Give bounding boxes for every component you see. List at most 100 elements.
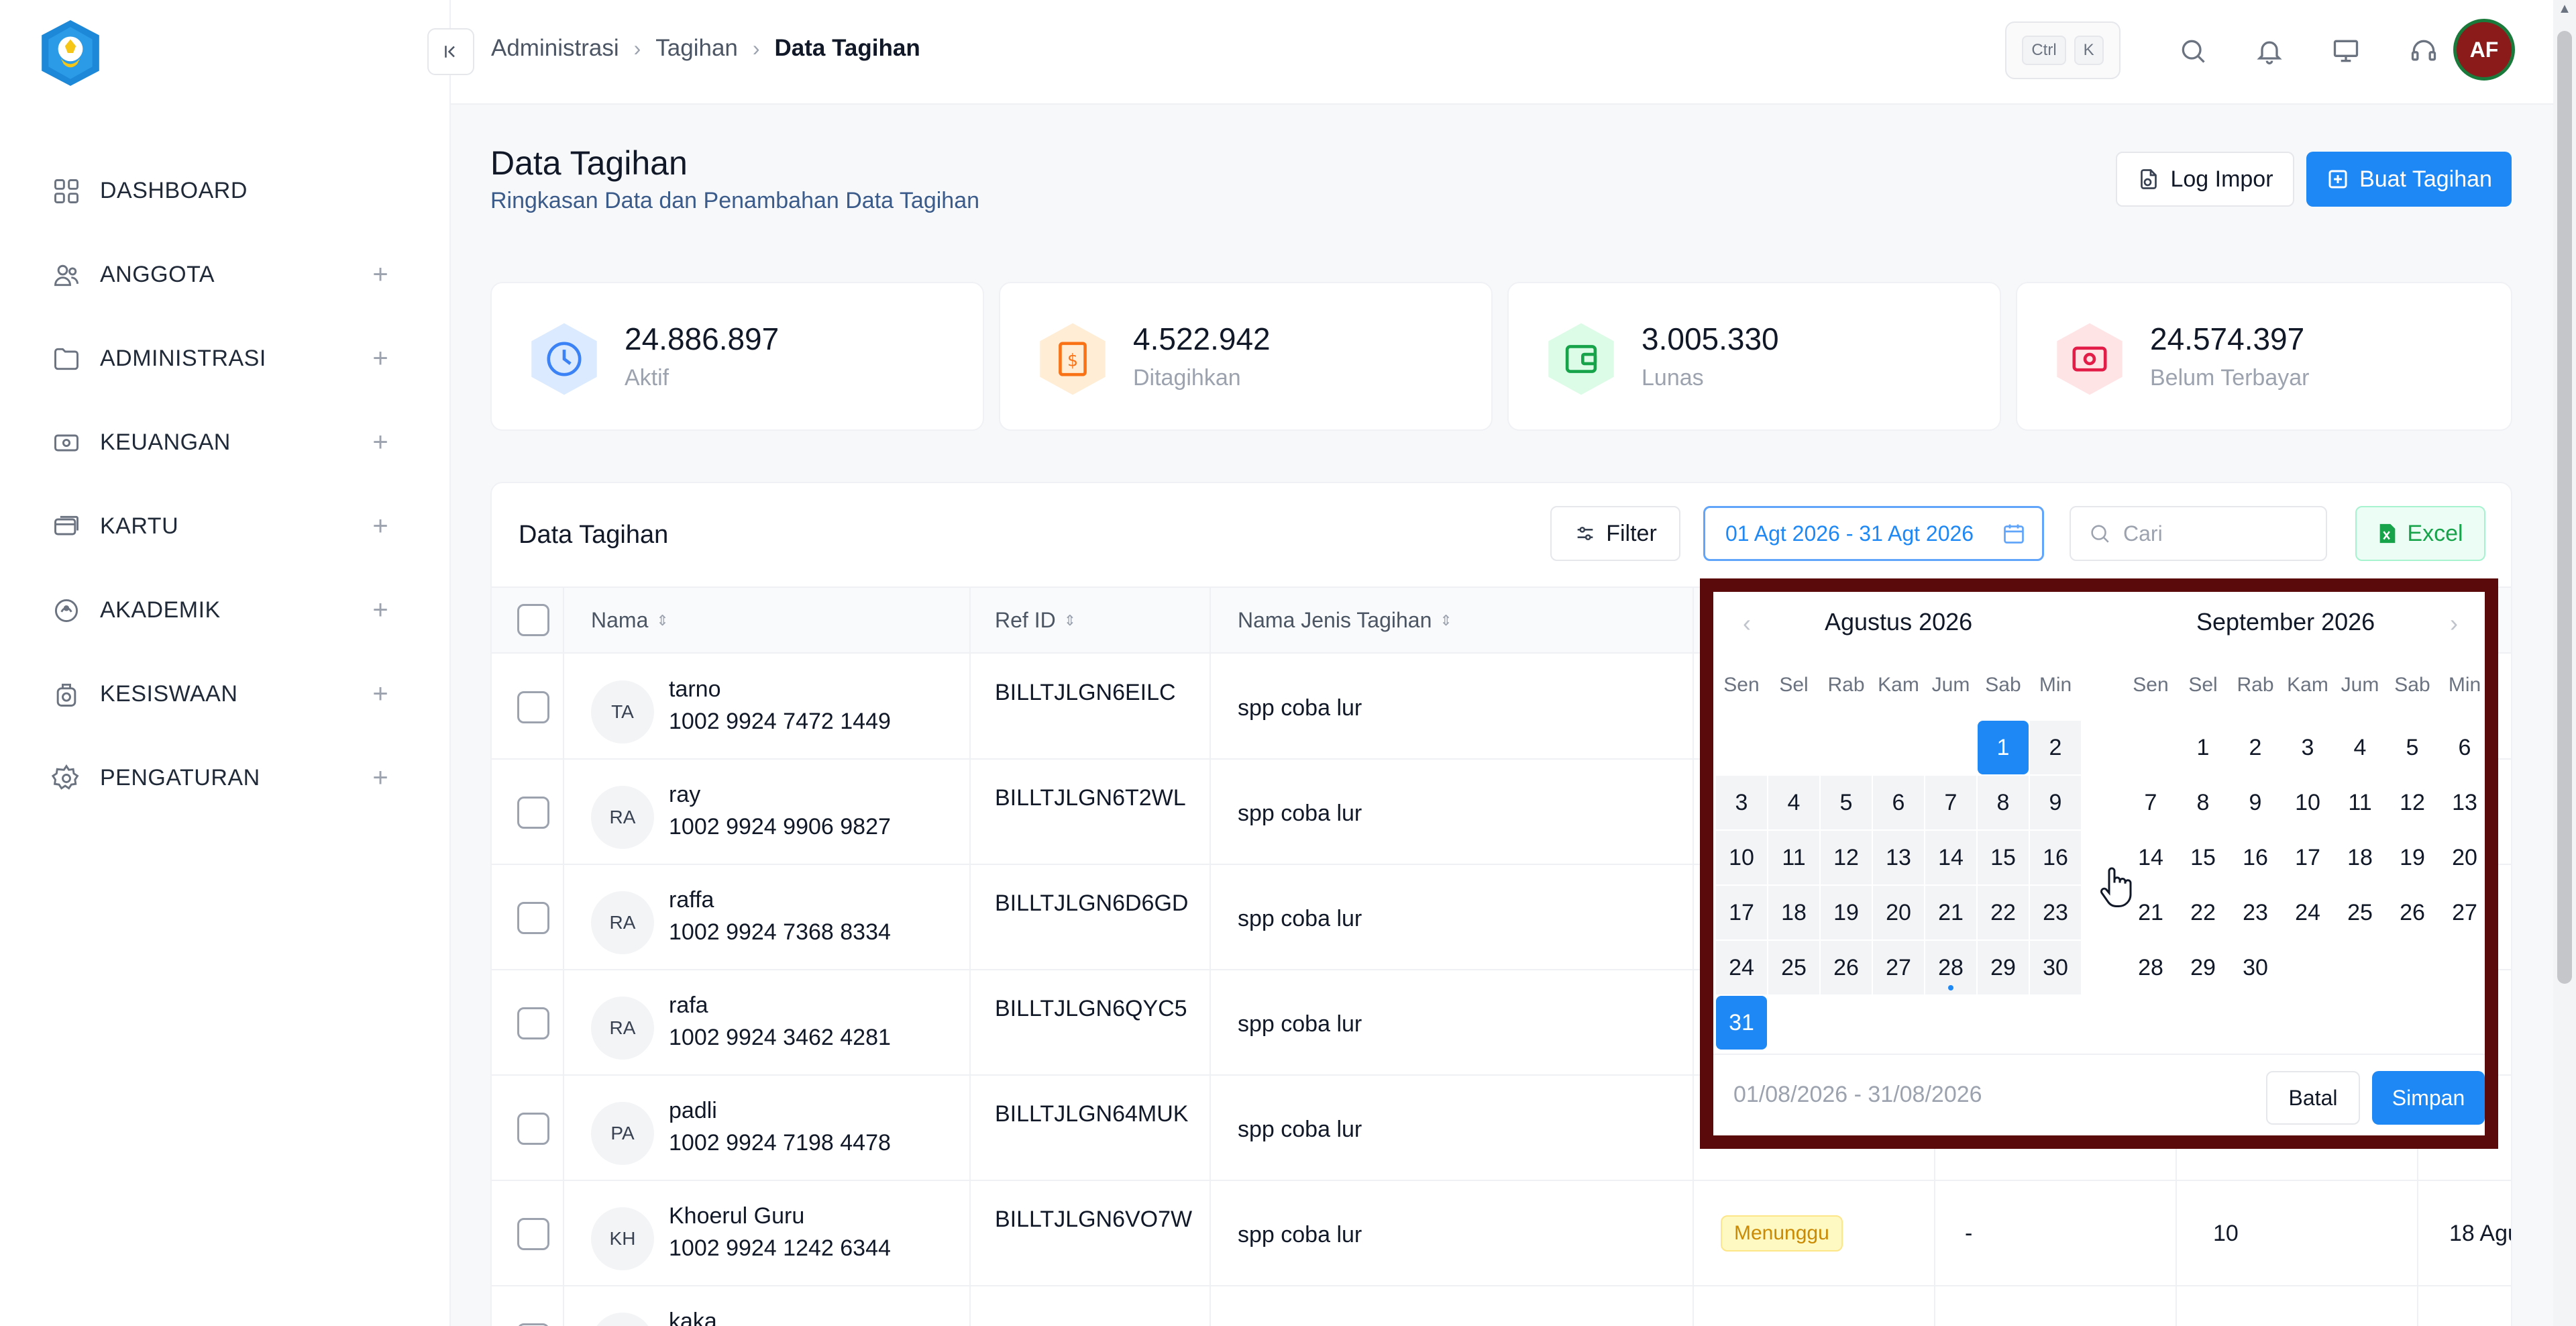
calendar-day[interactable]: 3 bbox=[2282, 721, 2333, 774]
calendar-day[interactable]: 22 bbox=[2178, 886, 2229, 939]
calendar-day[interactable]: 3 bbox=[1716, 776, 1767, 829]
sidebar-item-pengaturan[interactable]: PENGATURAN + bbox=[0, 736, 451, 820]
calendar-day[interactable]: 1 bbox=[1978, 721, 2029, 774]
sidebar-item-administrasi[interactable]: ADMINISTRASI + bbox=[0, 317, 451, 401]
calendar-day[interactable]: 6 bbox=[2439, 721, 2490, 774]
calendar-day[interactable]: 24 bbox=[2282, 886, 2333, 939]
row-checkbox[interactable] bbox=[517, 1218, 549, 1250]
date-range-field[interactable]: 01 Agt 2026 - 31 Agt 2026 bbox=[1703, 506, 2044, 561]
calendar-day[interactable]: 25 bbox=[1768, 941, 1819, 994]
calendar-day[interactable]: 8 bbox=[2178, 776, 2229, 829]
calendar-day[interactable]: 6 bbox=[1873, 776, 1924, 829]
expand-plus-icon[interactable]: + bbox=[370, 344, 390, 374]
save-button[interactable]: Simpan bbox=[2372, 1071, 2485, 1125]
sidebar-item-keuangan[interactable]: KEUANGAN + bbox=[0, 401, 451, 484]
row-checkbox[interactable] bbox=[517, 1323, 549, 1326]
column-header-ref-id[interactable]: Ref ID ⇕ bbox=[995, 608, 1076, 633]
calendar-day[interactable]: 25 bbox=[2334, 886, 2385, 939]
calendar-day[interactable]: 14 bbox=[1925, 831, 1976, 884]
calendar-day[interactable]: 5 bbox=[2387, 721, 2438, 774]
calendar-day[interactable]: 27 bbox=[2439, 886, 2490, 939]
calendar-day[interactable]: 10 bbox=[2282, 776, 2333, 829]
calendar-day[interactable]: 9 bbox=[2230, 776, 2281, 829]
expand-plus-icon[interactable]: + bbox=[370, 679, 390, 709]
bell-icon[interactable] bbox=[2251, 32, 2288, 70]
select-all-checkbox[interactable] bbox=[517, 604, 549, 636]
calendar-day[interactable]: 17 bbox=[2282, 831, 2333, 884]
calendar-day[interactable]: 16 bbox=[2230, 831, 2281, 884]
calendar-day[interactable]: 13 bbox=[2439, 776, 2490, 829]
expand-plus-icon[interactable]: + bbox=[370, 511, 390, 542]
prev-month-button[interactable]: ‹ bbox=[1743, 609, 1751, 638]
calendar-day[interactable]: 16 bbox=[2030, 831, 2081, 884]
calendar-day[interactable]: 30 bbox=[2230, 941, 2281, 994]
calendar-day[interactable]: 15 bbox=[2178, 831, 2229, 884]
row-checkbox[interactable] bbox=[517, 797, 549, 829]
sidebar-item-kesiswaan[interactable]: KESISWAAN + bbox=[0, 652, 451, 736]
calendar-day[interactable]: 23 bbox=[2030, 886, 2081, 939]
row-checkbox[interactable] bbox=[517, 902, 549, 934]
expand-plus-icon[interactable]: + bbox=[370, 763, 390, 793]
column-header-nama[interactable]: Nama ⇕ bbox=[591, 608, 669, 633]
calendar-day[interactable]: 8 bbox=[1978, 776, 2029, 829]
calendar-day[interactable]: 4 bbox=[2334, 721, 2385, 774]
calendar-day[interactable]: 28 bbox=[2125, 941, 2176, 994]
calendar-day[interactable]: 18 bbox=[2334, 831, 2385, 884]
expand-plus-icon[interactable]: + bbox=[370, 595, 390, 625]
calendar-day[interactable]: 15 bbox=[1978, 831, 2029, 884]
calendar-day[interactable]: 17 bbox=[1716, 886, 1767, 939]
calendar-day[interactable]: 29 bbox=[2178, 941, 2229, 994]
sidebar-item-dashboard[interactable]: DASHBOARD bbox=[0, 149, 451, 233]
calendar-day[interactable]: 5 bbox=[1821, 776, 1872, 829]
scroll-up-icon[interactable]: ▲ bbox=[2556, 1, 2573, 19]
calendar-day[interactable]: 11 bbox=[2334, 776, 2385, 829]
expand-plus-icon[interactable]: + bbox=[370, 260, 390, 290]
calendar-day[interactable]: 4 bbox=[1768, 776, 1819, 829]
next-month-button[interactable]: › bbox=[2450, 609, 2458, 638]
collapse-sidebar-button[interactable] bbox=[427, 28, 474, 75]
calendar-day[interactable]: 12 bbox=[1821, 831, 1872, 884]
create-bill-button[interactable]: Buat Tagihan bbox=[2306, 152, 2512, 207]
search-icon[interactable] bbox=[2174, 32, 2212, 70]
calendar-day[interactable]: 10 bbox=[1716, 831, 1767, 884]
scrollbar-thumb[interactable] bbox=[2557, 31, 2572, 984]
table-row[interactable]: KA kaka bbox=[492, 1287, 2511, 1326]
user-avatar[interactable]: AF bbox=[2453, 19, 2515, 81]
calendar-day[interactable]: 26 bbox=[1821, 941, 1872, 994]
breadcrumb-item[interactable]: Tagihan bbox=[655, 35, 738, 62]
calendar-day[interactable]: 7 bbox=[1925, 776, 1976, 829]
calendar-day[interactable]: 29 bbox=[1978, 941, 2029, 994]
calendar-day[interactable]: 11 bbox=[1768, 831, 1819, 884]
headset-icon[interactable] bbox=[2405, 32, 2443, 70]
calendar-day[interactable]: 20 bbox=[1873, 886, 1924, 939]
table-row[interactable]: KH Khoerul Guru 1002 9924 1242 6344 BILLTJL… bbox=[492, 1182, 2511, 1286]
calendar-day[interactable]: 13 bbox=[1873, 831, 1924, 884]
sidebar-item-akademik[interactable]: AKADEMIK + bbox=[0, 568, 451, 652]
calendar-day[interactable]: 2 bbox=[2030, 721, 2081, 774]
calendar-day[interactable]: 22 bbox=[1978, 886, 2029, 939]
export-excel-button[interactable]: Excel bbox=[2355, 506, 2485, 561]
calendar-day[interactable]: 12 bbox=[2387, 776, 2438, 829]
calendar-day[interactable]: 31 bbox=[1716, 996, 1767, 1050]
cancel-button[interactable]: Batal bbox=[2266, 1071, 2360, 1125]
calendar-day[interactable]: 21 bbox=[1925, 886, 1976, 939]
calendar-day[interactable]: 20 bbox=[2439, 831, 2490, 884]
row-checkbox[interactable] bbox=[517, 1113, 549, 1145]
calendar-day[interactable]: 23 bbox=[2230, 886, 2281, 939]
calendar-day[interactable]: 19 bbox=[1821, 886, 1872, 939]
expand-plus-icon[interactable]: + bbox=[370, 427, 390, 458]
calendar-day[interactable]: 19 bbox=[2387, 831, 2438, 884]
breadcrumb-item[interactable]: Administrasi bbox=[491, 35, 619, 62]
column-header-jenis[interactable]: Nama Jenis Tagihan ⇕ bbox=[1238, 608, 1452, 633]
log-import-button[interactable]: Log Impor bbox=[2116, 152, 2294, 207]
calendar-day[interactable]: 18 bbox=[1768, 886, 1819, 939]
calendar-day[interactable]: 30 bbox=[2030, 941, 2081, 994]
calendar-day[interactable]: 7 bbox=[2125, 776, 2176, 829]
sidebar-item-kartu[interactable]: KARTU + bbox=[0, 484, 451, 568]
row-checkbox[interactable] bbox=[517, 691, 549, 723]
calendar-day[interactable]: 28 bbox=[1925, 941, 1976, 994]
calendar-day[interactable]: 1 bbox=[2178, 721, 2229, 774]
calendar-day[interactable]: 26 bbox=[2387, 886, 2438, 939]
calendar-day[interactable]: 24 bbox=[1716, 941, 1767, 994]
search-input[interactable]: Cari bbox=[2070, 506, 2327, 561]
